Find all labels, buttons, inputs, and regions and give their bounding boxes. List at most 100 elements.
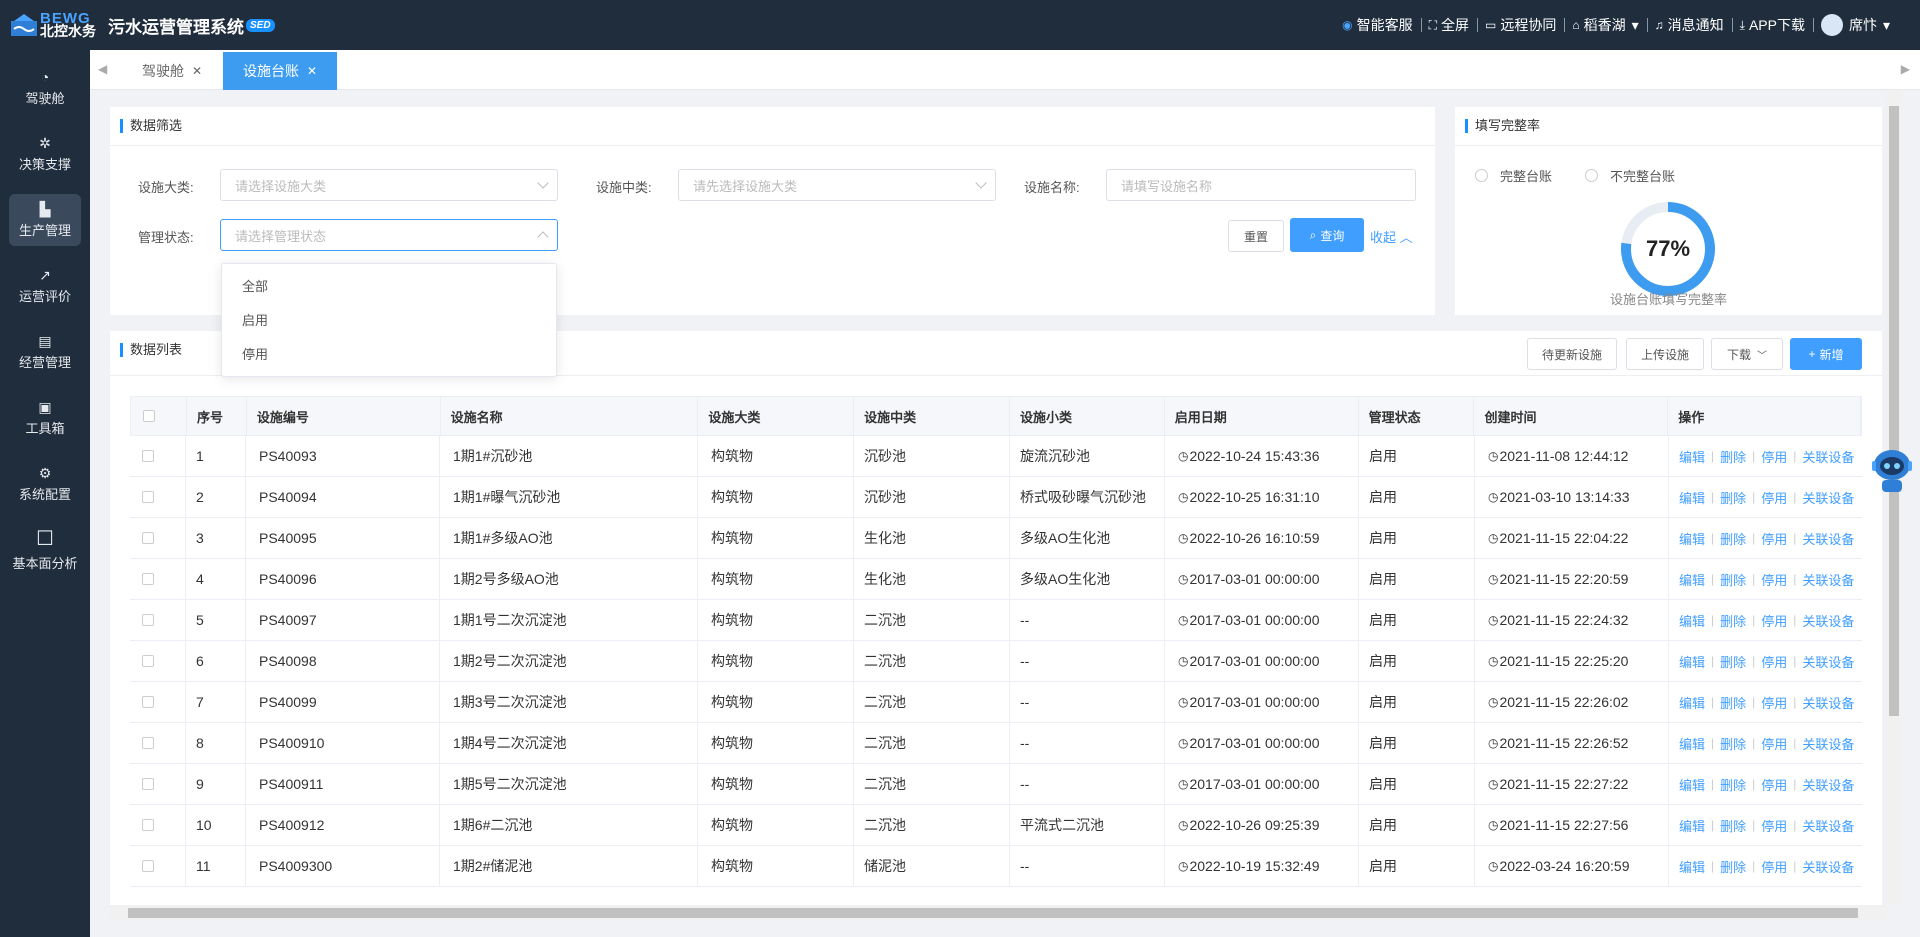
link-device-link[interactable]: 关联设备 xyxy=(1802,734,1854,753)
tab-scroll-right-icon[interactable]: ▶ xyxy=(1901,62,1910,76)
link-device-link[interactable]: 关联设备 xyxy=(1802,652,1854,671)
delete-link[interactable]: 删除 xyxy=(1720,488,1746,507)
upload-button[interactable]: 上传设施 xyxy=(1626,338,1704,370)
row-checkbox[interactable] xyxy=(142,614,154,626)
edit-link[interactable]: 编辑 xyxy=(1679,693,1705,712)
row-checkbox[interactable] xyxy=(142,491,154,503)
disable-link[interactable]: 停用 xyxy=(1761,611,1787,630)
edit-link[interactable]: 编辑 xyxy=(1679,488,1705,507)
edit-link[interactable]: 编辑 xyxy=(1679,652,1705,671)
edit-link[interactable]: 编辑 xyxy=(1679,570,1705,589)
delete-link[interactable]: 删除 xyxy=(1720,693,1746,712)
top-action-home[interactable]: ⌂ 稻香湖 ▾ xyxy=(1564,17,1646,33)
sidebar-item-settings[interactable]: ⚙ 系统配置 xyxy=(9,458,81,510)
row-checkbox[interactable] xyxy=(142,737,154,749)
row-checkbox[interactable] xyxy=(142,696,154,708)
status-option[interactable]: 全部 xyxy=(222,270,556,304)
table-cell: ◷ 2017-03-01 00:00:00 xyxy=(1165,682,1359,722)
disable-link[interactable]: 停用 xyxy=(1761,693,1787,712)
disable-link[interactable]: 停用 xyxy=(1761,734,1787,753)
delete-link[interactable]: 删除 xyxy=(1720,529,1746,548)
disable-link[interactable]: 停用 xyxy=(1761,816,1787,835)
disable-link[interactable]: 停用 xyxy=(1761,570,1787,589)
edit-link[interactable]: 编辑 xyxy=(1679,857,1705,876)
delete-link[interactable]: 删除 xyxy=(1720,611,1746,630)
edit-link[interactable]: 编辑 xyxy=(1679,816,1705,835)
sidebar-item-factory[interactable]: ▙ 生产管理 xyxy=(9,194,81,246)
top-action-fullscreen[interactable]: ⛶ 全屏 xyxy=(1420,17,1477,33)
radio-complete[interactable]: 完整台账 xyxy=(1475,166,1552,185)
add-button[interactable]: + 新增 xyxy=(1790,338,1862,370)
scroll-thumb[interactable] xyxy=(1889,106,1899,716)
link-device-link[interactable]: 关联设备 xyxy=(1802,611,1854,630)
link-device-link[interactable]: 关联设备 xyxy=(1802,857,1854,876)
disable-link[interactable]: 停用 xyxy=(1761,488,1787,507)
sidebar-item-toolbox[interactable]: ▣ 工具箱 xyxy=(9,392,81,444)
edit-link[interactable]: 编辑 xyxy=(1679,734,1705,753)
sidebar-item-square[interactable]: ☐ 基本面分析 xyxy=(9,524,81,576)
row-checkbox[interactable] xyxy=(142,532,154,544)
sidebar-item-dashboard[interactable]: ◔ 驾驶舱 xyxy=(9,62,81,114)
delete-link[interactable]: 删除 xyxy=(1720,816,1746,835)
edit-link[interactable]: 编辑 xyxy=(1679,611,1705,630)
top-action-avatar[interactable]: 席忭 ▾ xyxy=(1812,14,1898,36)
download-button[interactable]: 下载 ﹀ xyxy=(1711,338,1783,370)
major-select[interactable]: 请选择设施大类 xyxy=(220,169,558,201)
sidebar-item-briefcase[interactable]: ▤ 经营管理 xyxy=(9,326,81,378)
reset-button[interactable]: 重置 xyxy=(1228,220,1284,252)
row-checkbox[interactable] xyxy=(142,778,154,790)
link-device-link[interactable]: 关联设备 xyxy=(1802,570,1854,589)
top-action-robot-chat[interactable]: ◉ 智能客服 xyxy=(1334,17,1420,33)
edit-link[interactable]: 编辑 xyxy=(1679,529,1705,548)
delete-link[interactable]: 删除 xyxy=(1720,775,1746,794)
status-select[interactable]: 请选择管理状态 xyxy=(220,219,558,251)
tab-scroll-left-icon[interactable]: ◀ xyxy=(98,62,107,76)
collapse-link[interactable]: 收起 ︿ xyxy=(1370,227,1413,246)
brand-logo[interactable]: BEWG 北控水务 xyxy=(10,11,96,38)
vertical-scrollbar[interactable] xyxy=(1886,90,1901,905)
disable-link[interactable]: 停用 xyxy=(1761,529,1787,548)
link-device-link[interactable]: 关联设备 xyxy=(1802,693,1854,712)
tab-facility-ledger[interactable]: 设施台账 ✕ xyxy=(223,52,338,90)
disable-link[interactable]: 停用 xyxy=(1761,857,1787,876)
edit-link[interactable]: 编辑 xyxy=(1679,775,1705,794)
row-checkbox[interactable] xyxy=(142,819,154,831)
delete-link[interactable]: 删除 xyxy=(1720,652,1746,671)
top-action-bell[interactable]: ♫ 消息通知 xyxy=(1646,17,1732,33)
scroll-thumb[interactable] xyxy=(128,908,1858,918)
edit-link[interactable]: 编辑 xyxy=(1679,447,1705,466)
link-device-link[interactable]: 关联设备 xyxy=(1802,775,1854,794)
delete-link[interactable]: 删除 xyxy=(1720,857,1746,876)
delete-link[interactable]: 删除 xyxy=(1720,570,1746,589)
row-checkbox[interactable] xyxy=(142,860,154,872)
delete-link[interactable]: 删除 xyxy=(1720,734,1746,753)
sidebar-item-decision[interactable]: ✲ 决策支撑 xyxy=(9,128,81,180)
top-action-download[interactable]: ⤓ APP下载 xyxy=(1731,17,1813,33)
query-button[interactable]: ⌕ 查询 xyxy=(1290,218,1364,252)
pending-update-button[interactable]: 待更新设施 xyxy=(1527,338,1617,370)
close-icon[interactable]: ✕ xyxy=(307,64,317,78)
radio-incomplete[interactable]: 不完整台账 xyxy=(1585,166,1675,185)
assistant-robot-icon[interactable] xyxy=(1870,445,1914,495)
link-device-link[interactable]: 关联设备 xyxy=(1802,529,1854,548)
status-option[interactable]: 停用 xyxy=(222,338,556,372)
disable-link[interactable]: 停用 xyxy=(1761,775,1787,794)
close-icon[interactable]: ✕ xyxy=(192,64,202,78)
name-input[interactable]: 请填写设施名称 xyxy=(1106,169,1416,201)
row-checkbox[interactable] xyxy=(142,655,154,667)
status-option[interactable]: 启用 xyxy=(222,304,556,338)
row-checkbox[interactable] xyxy=(142,450,154,462)
select-all-checkbox[interactable] xyxy=(143,410,155,422)
sidebar-item-chart[interactable]: ↗ 运营评价 xyxy=(9,260,81,312)
tab-cockpit[interactable]: 驾驶舱 ✕ xyxy=(122,52,222,90)
link-device-link[interactable]: 关联设备 xyxy=(1802,816,1854,835)
disable-link[interactable]: 停用 xyxy=(1761,447,1787,466)
link-device-link[interactable]: 关联设备 xyxy=(1802,447,1854,466)
row-checkbox[interactable] xyxy=(142,573,154,585)
delete-link[interactable]: 删除 xyxy=(1720,447,1746,466)
horizontal-scrollbar[interactable] xyxy=(110,905,1886,920)
top-action-remote[interactable]: ▭ 远程协同 xyxy=(1477,17,1564,33)
link-device-link[interactable]: 关联设备 xyxy=(1802,488,1854,507)
mid-select[interactable]: 请先选择设施大类 xyxy=(678,169,996,201)
disable-link[interactable]: 停用 xyxy=(1761,652,1787,671)
